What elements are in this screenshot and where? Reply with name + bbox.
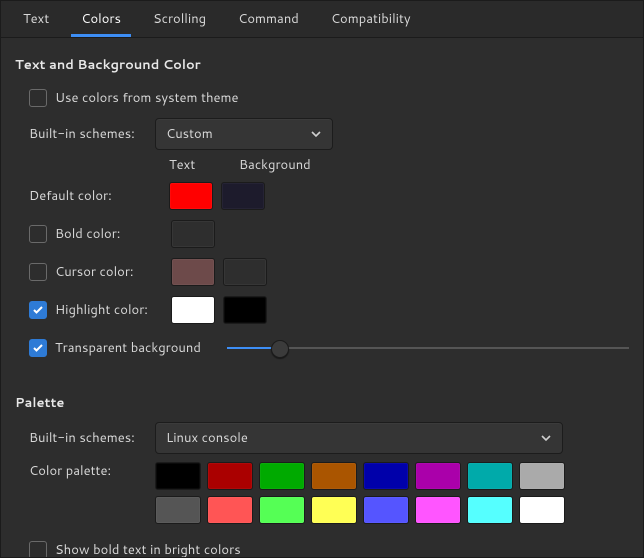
palette-swatch-10[interactable] <box>259 496 305 524</box>
label-default-color: Default color: <box>29 187 155 205</box>
color-column-headers: Text Background <box>169 156 629 174</box>
palette-swatch-3[interactable] <box>311 462 357 490</box>
checkbox-cursor-color[interactable] <box>29 263 47 281</box>
swatch-cursor-text[interactable] <box>171 258 215 286</box>
swatch-bold-text[interactable] <box>171 220 215 248</box>
checkbox-use-system-theme[interactable] <box>29 89 47 107</box>
swatch-default-bg[interactable] <box>221 182 265 210</box>
palette-swatch-9[interactable] <box>207 496 253 524</box>
tab-command[interactable]: Command <box>222 1 315 37</box>
tab-compatibility[interactable]: Compatibility <box>315 1 427 37</box>
section-text-bg-title: Text and Background Color <box>15 56 629 74</box>
checkbox-highlight-color[interactable] <box>29 301 47 319</box>
slider-transparency[interactable] <box>227 338 629 358</box>
tab-text[interactable]: Text <box>7 1 65 37</box>
palette-swatch-6[interactable] <box>467 462 513 490</box>
chevron-down-icon <box>540 432 552 444</box>
palette-grid <box>155 462 565 524</box>
palette-swatch-0[interactable] <box>155 462 201 490</box>
palette-swatch-7[interactable] <box>519 462 565 490</box>
select-palette-scheme[interactable]: Linux console <box>155 422 563 454</box>
palette-swatch-11[interactable] <box>311 496 357 524</box>
tab-bar: Text Colors Scrolling Command Compatibil… <box>1 1 643 38</box>
label-bold-bright: Show bold text in bright colors <box>55 541 241 557</box>
label-cursor-color: Cursor color: <box>55 263 157 281</box>
swatch-highlight-text[interactable] <box>171 296 215 324</box>
palette-swatch-15[interactable] <box>519 496 565 524</box>
select-builtin-scheme-value: Custom <box>166 125 213 143</box>
palette-swatch-1[interactable] <box>207 462 253 490</box>
label-transparent-bg: Transparent background <box>55 339 201 357</box>
tab-scrolling[interactable]: Scrolling <box>137 1 222 37</box>
palette-swatch-5[interactable] <box>415 462 461 490</box>
swatch-cursor-bg[interactable] <box>223 258 267 286</box>
section-palette-title: Palette <box>15 394 629 412</box>
palette-swatch-8[interactable] <box>155 496 201 524</box>
header-background: Background <box>239 156 299 174</box>
tab-colors[interactable]: Colors <box>65 1 137 37</box>
label-bold-color: Bold color: <box>55 225 157 243</box>
label-highlight-color: Highlight color: <box>55 301 157 319</box>
palette-swatch-12[interactable] <box>363 496 409 524</box>
checkbox-transparent-bg[interactable] <box>29 339 47 357</box>
palette-swatch-4[interactable] <box>363 462 409 490</box>
header-text: Text <box>169 156 229 174</box>
swatch-highlight-bg[interactable] <box>223 296 267 324</box>
palette-swatch-13[interactable] <box>415 496 461 524</box>
swatch-default-text[interactable] <box>169 182 213 210</box>
label-color-palette: Color palette: <box>29 462 155 480</box>
chevron-down-icon <box>310 128 322 140</box>
label-builtin-schemes: Built-in schemes: <box>29 125 155 143</box>
slider-thumb[interactable] <box>271 340 289 358</box>
label-palette-builtin-schemes: Built-in schemes: <box>29 429 155 447</box>
checkbox-bold-bright[interactable] <box>29 541 47 557</box>
palette-swatch-2[interactable] <box>259 462 305 490</box>
label-use-system-theme: Use colors from system theme <box>55 89 239 107</box>
checkbox-bold-color[interactable] <box>29 225 47 243</box>
select-builtin-scheme[interactable]: Custom <box>155 118 333 150</box>
select-palette-scheme-value: Linux console <box>166 429 248 447</box>
palette-swatch-14[interactable] <box>467 496 513 524</box>
